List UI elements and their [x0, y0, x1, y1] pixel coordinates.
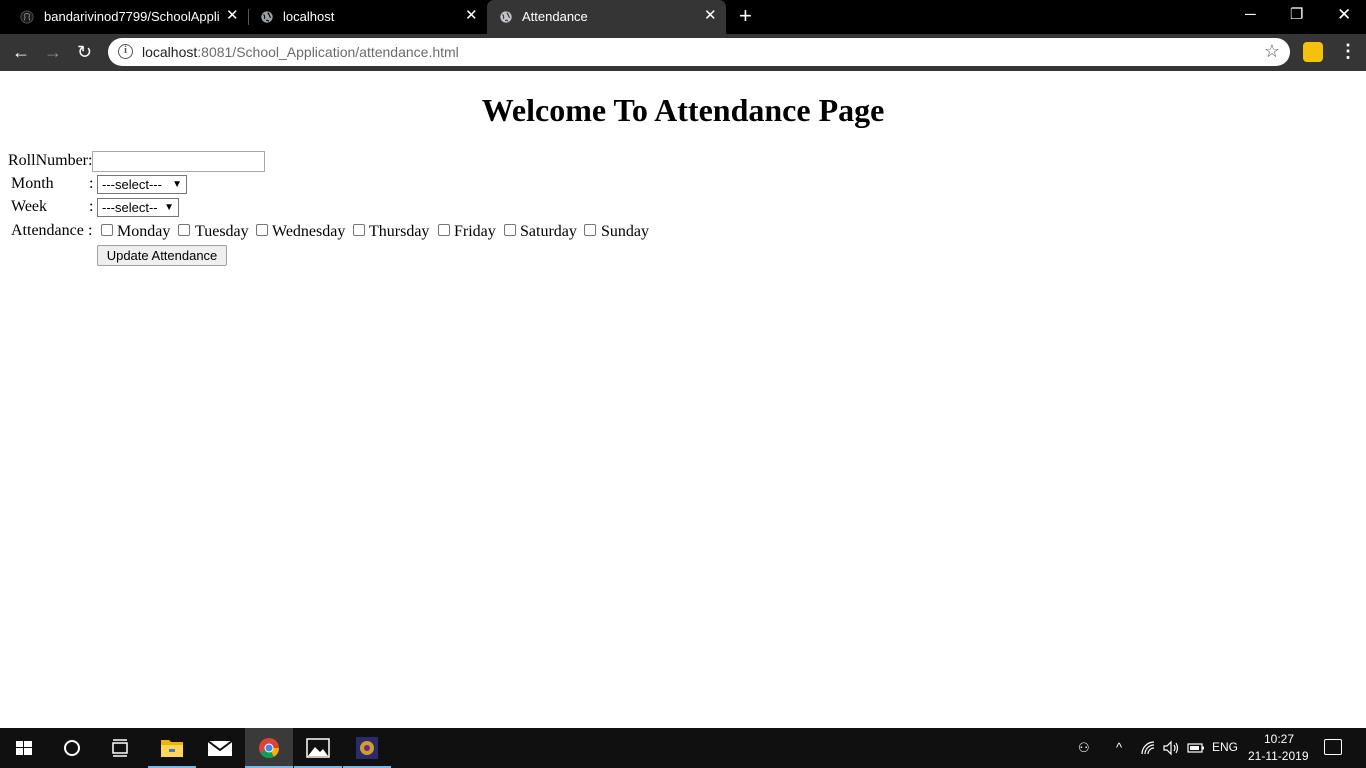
clock-date[interactable]: 21-11-2019	[1248, 749, 1309, 763]
month-label: Month	[11, 175, 54, 192]
bookmark-star-icon[interactable]: ☆	[1264, 41, 1280, 62]
battery-icon[interactable]	[1187, 742, 1205, 754]
day-label-saturday: Saturday	[520, 223, 577, 240]
roll-number-input[interactable]	[92, 151, 265, 172]
url-host: localhost	[142, 44, 198, 60]
tab-close-icon[interactable]: ✕	[704, 8, 717, 24]
week-colon: :	[89, 198, 94, 215]
task-view-icon[interactable]	[96, 728, 144, 768]
checkbox-saturday[interactable]	[504, 224, 516, 236]
week-label: Week	[11, 198, 48, 215]
wifi-icon[interactable]	[1140, 740, 1158, 756]
chevron-down-icon: ▼	[164, 202, 174, 213]
language-indicator[interactable]: ENG	[1212, 740, 1238, 754]
page-content: Welcome To Attendance Page RollNumber: M…	[0, 71, 1366, 728]
site-info-icon[interactable]: i	[118, 44, 133, 59]
globe-icon	[261, 11, 273, 23]
tab-title: Attendance	[522, 9, 588, 24]
windows-start-icon[interactable]	[0, 728, 48, 768]
mail-icon[interactable]	[196, 728, 244, 768]
photos-icon[interactable]	[294, 728, 342, 768]
tab-localhost[interactable]: localhost ✕	[248, 0, 486, 34]
month-select[interactable]: ---select--- ▼	[97, 175, 187, 194]
month-colon: :	[89, 175, 94, 192]
globe-icon	[500, 11, 512, 23]
address-bar[interactable]: i localhost:8081/School_Application/atte…	[108, 38, 1290, 66]
roll-number-label: RollNumber:	[8, 152, 93, 169]
browser-tab-strip: bandarivinod7799/SchoolApplica ✕ localho…	[0, 0, 1366, 34]
new-tab-button[interactable]: +	[739, 5, 752, 27]
checkbox-tuesday[interactable]	[178, 224, 190, 236]
attendance-colon: :	[88, 222, 93, 239]
tab-close-icon[interactable]: ✕	[226, 8, 239, 24]
minimize-icon[interactable]: ─	[1245, 5, 1256, 25]
day-label-wednesday: Wednesday	[272, 223, 346, 240]
day-label-monday: Monday	[117, 223, 171, 240]
github-icon	[20, 10, 34, 24]
day-label-friday: Friday	[454, 223, 496, 240]
month-selected-value: ---select---	[102, 177, 162, 192]
action-center-icon[interactable]	[1324, 739, 1342, 755]
back-arrow-icon[interactable]: ←	[12, 42, 30, 62]
attendance-label: Attendance	[11, 222, 84, 239]
cortana-search-icon[interactable]	[48, 728, 96, 768]
windows-taskbar: ⚇ ^ ENG 10:27 21-11-2019	[0, 728, 1366, 768]
checkbox-thursday[interactable]	[353, 224, 365, 236]
checkbox-friday[interactable]	[438, 224, 450, 236]
day-label-sunday: Sunday	[601, 223, 649, 240]
tab-title: bandarivinod7799/SchoolApplica	[44, 9, 220, 24]
game-icon[interactable]	[343, 728, 391, 768]
file-explorer-icon[interactable]	[148, 728, 196, 768]
extension-icon[interactable]	[1303, 42, 1323, 62]
day-label-tuesday: Tuesday	[195, 223, 249, 240]
show-hidden-icons-chevron-icon[interactable]: ^	[1116, 740, 1122, 755]
url-text[interactable]: localhost:8081/School_Application/attend…	[142, 44, 459, 60]
week-select[interactable]: ---select-- ▼	[97, 198, 179, 217]
checkbox-wednesday[interactable]	[256, 224, 268, 236]
chevron-down-icon: ▼	[172, 179, 182, 190]
checkbox-monday[interactable]	[101, 224, 113, 236]
browser-menu-icon[interactable]: ⋮	[1339, 41, 1357, 61]
restore-icon[interactable]: ❐	[1290, 5, 1303, 25]
reload-icon[interactable]: ↻	[77, 42, 92, 62]
tab-title: localhost	[283, 9, 335, 24]
forward-arrow-icon[interactable]: →	[44, 42, 62, 62]
clock-time[interactable]: 10:27	[1264, 732, 1294, 746]
volume-icon[interactable]	[1162, 740, 1180, 756]
tab-close-icon[interactable]: ✕	[465, 8, 478, 24]
tab-attendance[interactable]: Attendance ✕	[487, 0, 726, 34]
close-window-icon[interactable]: ✕	[1337, 5, 1351, 25]
week-selected-value: ---select--	[102, 200, 158, 215]
checkbox-sunday[interactable]	[584, 224, 596, 236]
browser-toolbar: ← → ↻ i localhost:8081/School_Applicatio…	[0, 34, 1366, 71]
url-path: :8081/School_Application/attendance.html	[197, 44, 459, 60]
tab-github[interactable]: bandarivinod7799/SchoolApplica ✕	[8, 0, 248, 34]
chrome-icon[interactable]	[245, 728, 293, 768]
update-attendance-button[interactable]: Update Attendance	[97, 245, 227, 266]
people-icon[interactable]: ⚇	[1078, 740, 1090, 756]
day-label-thursday: Thursday	[369, 223, 430, 240]
page-title: Welcome To Attendance Page	[481, 92, 885, 128]
